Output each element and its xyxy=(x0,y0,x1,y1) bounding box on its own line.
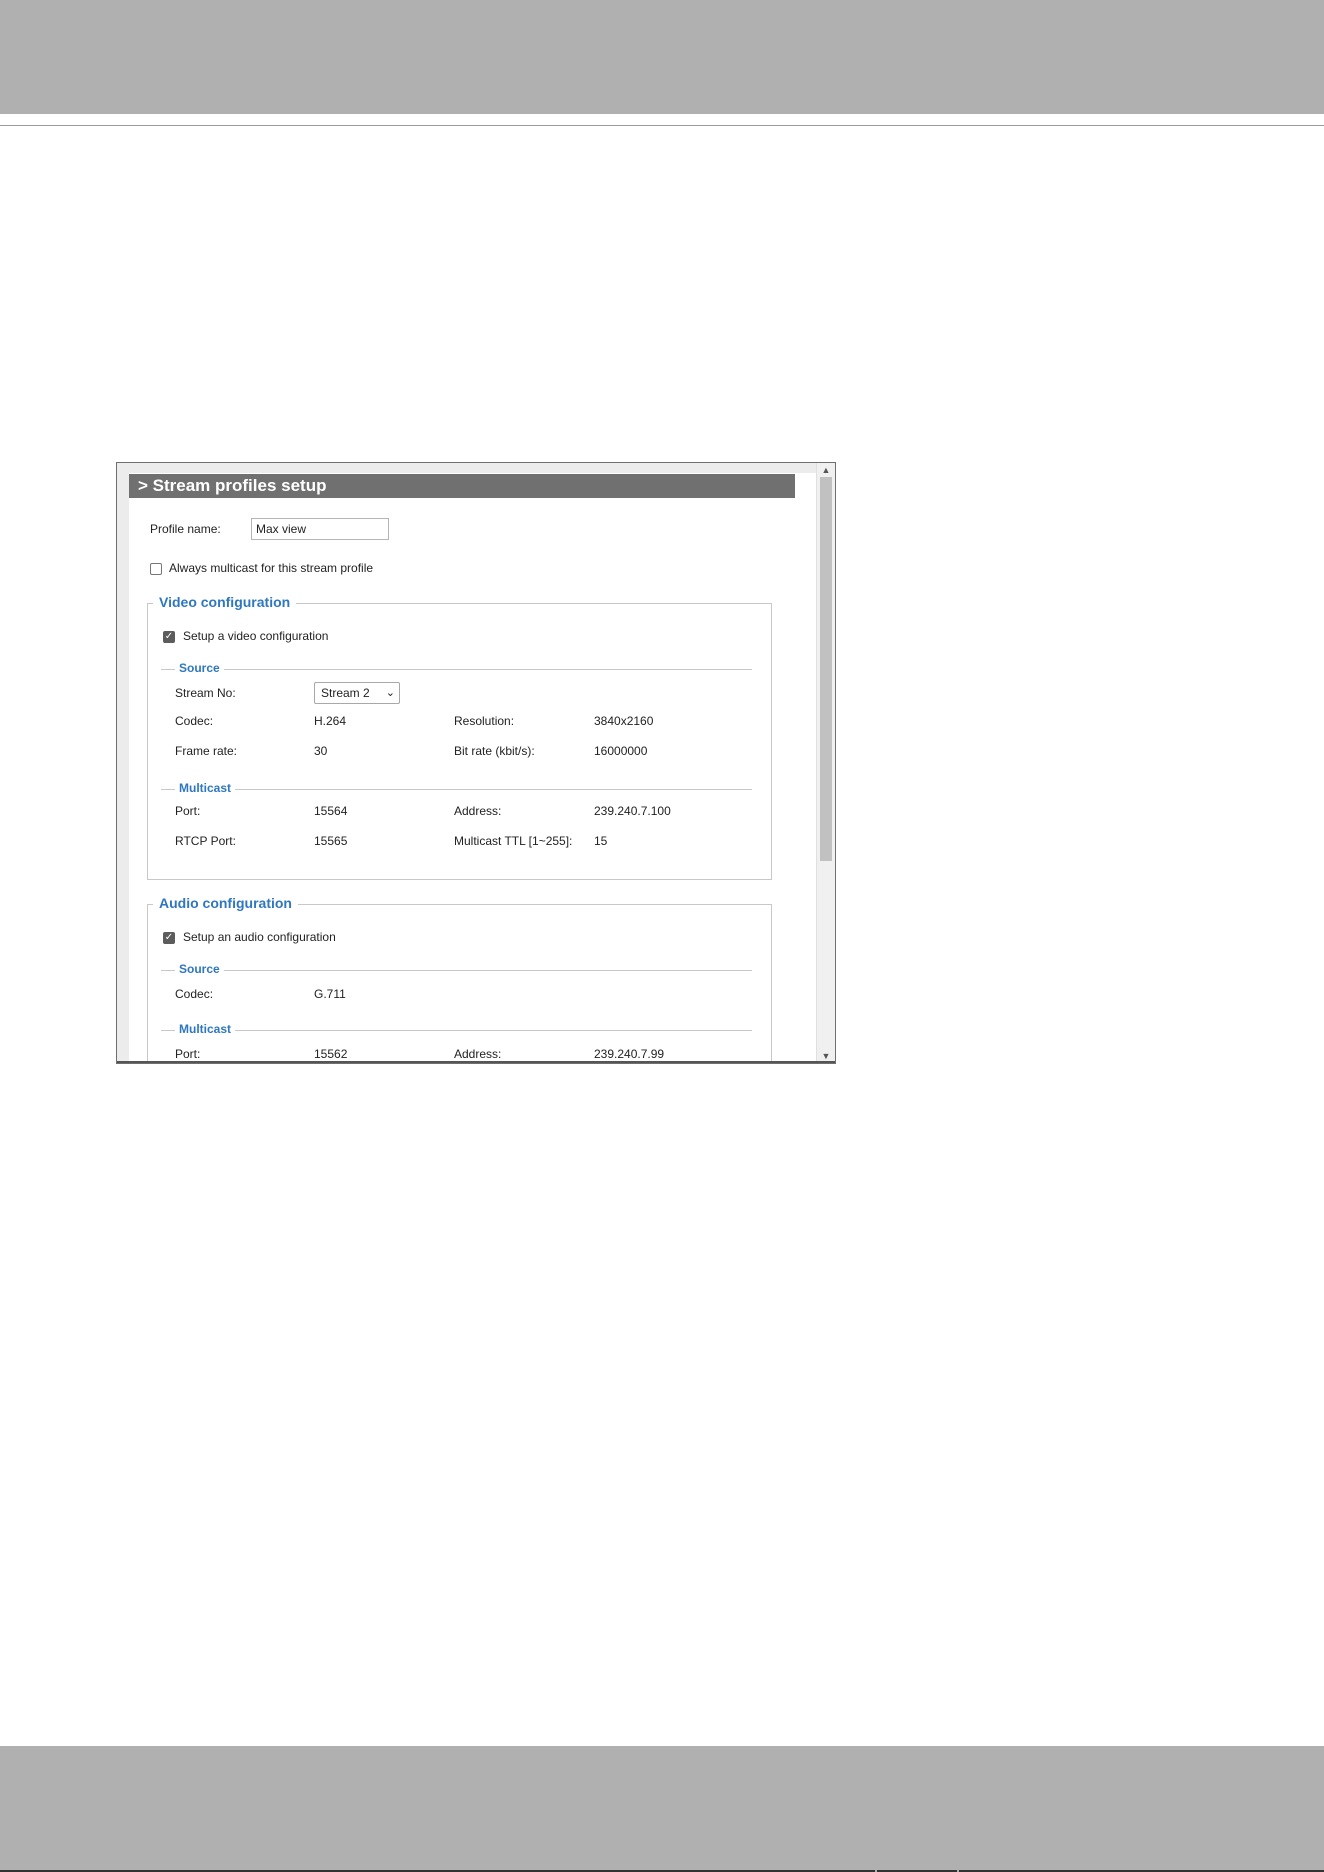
resolution-value: 3840x2160 xyxy=(594,714,654,728)
audio-source-heading: Source xyxy=(175,962,224,976)
audio-configuration-legend: Audio configuration xyxy=(153,895,298,911)
multicast-ttl-value: 15 xyxy=(594,834,608,848)
rtcp-port-label: RTCP Port: xyxy=(175,834,236,848)
checkmark-icon: ✓ xyxy=(164,932,174,943)
audio-address-label: Address: xyxy=(454,1047,502,1061)
profile-name-label: Profile name: xyxy=(150,522,221,536)
always-multicast-label: Always multicast for this stream profile xyxy=(169,561,374,575)
audio-multicast-rule xyxy=(161,1030,752,1031)
video-multicast-heading: Multicast xyxy=(175,781,236,795)
profile-name-input[interactable]: Max view xyxy=(251,518,389,540)
page-header-band xyxy=(0,0,1324,114)
stream-no-label: Stream No: xyxy=(175,686,236,700)
video-codec-label: Codec: xyxy=(175,714,214,728)
always-multicast-checkbox[interactable] xyxy=(150,563,162,575)
setup-video-label: Setup a video configuration xyxy=(183,629,329,643)
setup-audio-checkbox[interactable]: ✓ xyxy=(163,932,175,944)
video-codec-value: H.264 xyxy=(314,714,347,728)
stream-no-select[interactable]: Stream 2 ⌄ xyxy=(314,682,400,704)
vertical-scrollbar[interactable]: ▲ ▼ xyxy=(816,463,835,1063)
bit-rate-value: 16000000 xyxy=(594,744,648,758)
stream-profiles-window: > Stream profiles setup Profile name: Ma… xyxy=(116,462,836,1064)
video-address-label: Address: xyxy=(454,804,502,818)
audio-port-value: 15562 xyxy=(314,1047,348,1061)
setup-video-checkbox[interactable]: ✓ xyxy=(163,631,175,643)
checkmark-icon: ✓ xyxy=(164,631,174,642)
audio-configuration-group: Audio configuration ✓ Setup an audio con… xyxy=(147,895,772,1063)
window-bottom-edge xyxy=(117,1061,835,1063)
page-footer-band xyxy=(0,1746,1324,1872)
audio-codec-value: G.711 xyxy=(314,987,346,1001)
rtcp-port-value: 15565 xyxy=(314,834,348,848)
video-port-value: 15564 xyxy=(314,804,348,818)
audio-port-label: Port: xyxy=(175,1047,201,1061)
video-port-label: Port: xyxy=(175,804,201,818)
setup-audio-label: Setup an audio configuration xyxy=(183,930,336,944)
chevron-down-icon: ⌄ xyxy=(385,687,395,699)
video-source-rule xyxy=(161,669,752,670)
audio-codec-label: Codec: xyxy=(175,987,214,1001)
multicast-ttl-label: Multicast TTL [1~255]: xyxy=(454,834,573,848)
audio-multicast-heading: Multicast xyxy=(175,1022,236,1036)
audio-source-rule xyxy=(161,970,752,971)
video-source-heading: Source xyxy=(175,661,224,675)
frame-rate-value: 30 xyxy=(314,744,328,758)
window-left-edge xyxy=(117,463,129,1063)
panel-title: > Stream profiles setup xyxy=(129,474,795,498)
video-configuration-legend: Video configuration xyxy=(153,594,297,610)
resolution-label: Resolution: xyxy=(454,714,515,728)
video-address-value: 239.240.7.100 xyxy=(594,804,671,818)
stream-no-value: Stream 2 xyxy=(321,686,370,700)
scroll-up-icon[interactable]: ▲ xyxy=(817,463,835,477)
video-configuration-group: Video configuration ✓ Setup a video conf… xyxy=(147,594,772,880)
scrollbar-thumb[interactable] xyxy=(820,477,832,861)
video-multicast-rule xyxy=(161,789,752,790)
audio-address-value: 239.240.7.99 xyxy=(594,1047,665,1061)
frame-rate-label: Frame rate: xyxy=(175,744,238,758)
window-top-edge xyxy=(117,463,817,473)
bit-rate-label: Bit rate (kbit/s): xyxy=(454,744,535,758)
header-divider xyxy=(0,125,1324,126)
